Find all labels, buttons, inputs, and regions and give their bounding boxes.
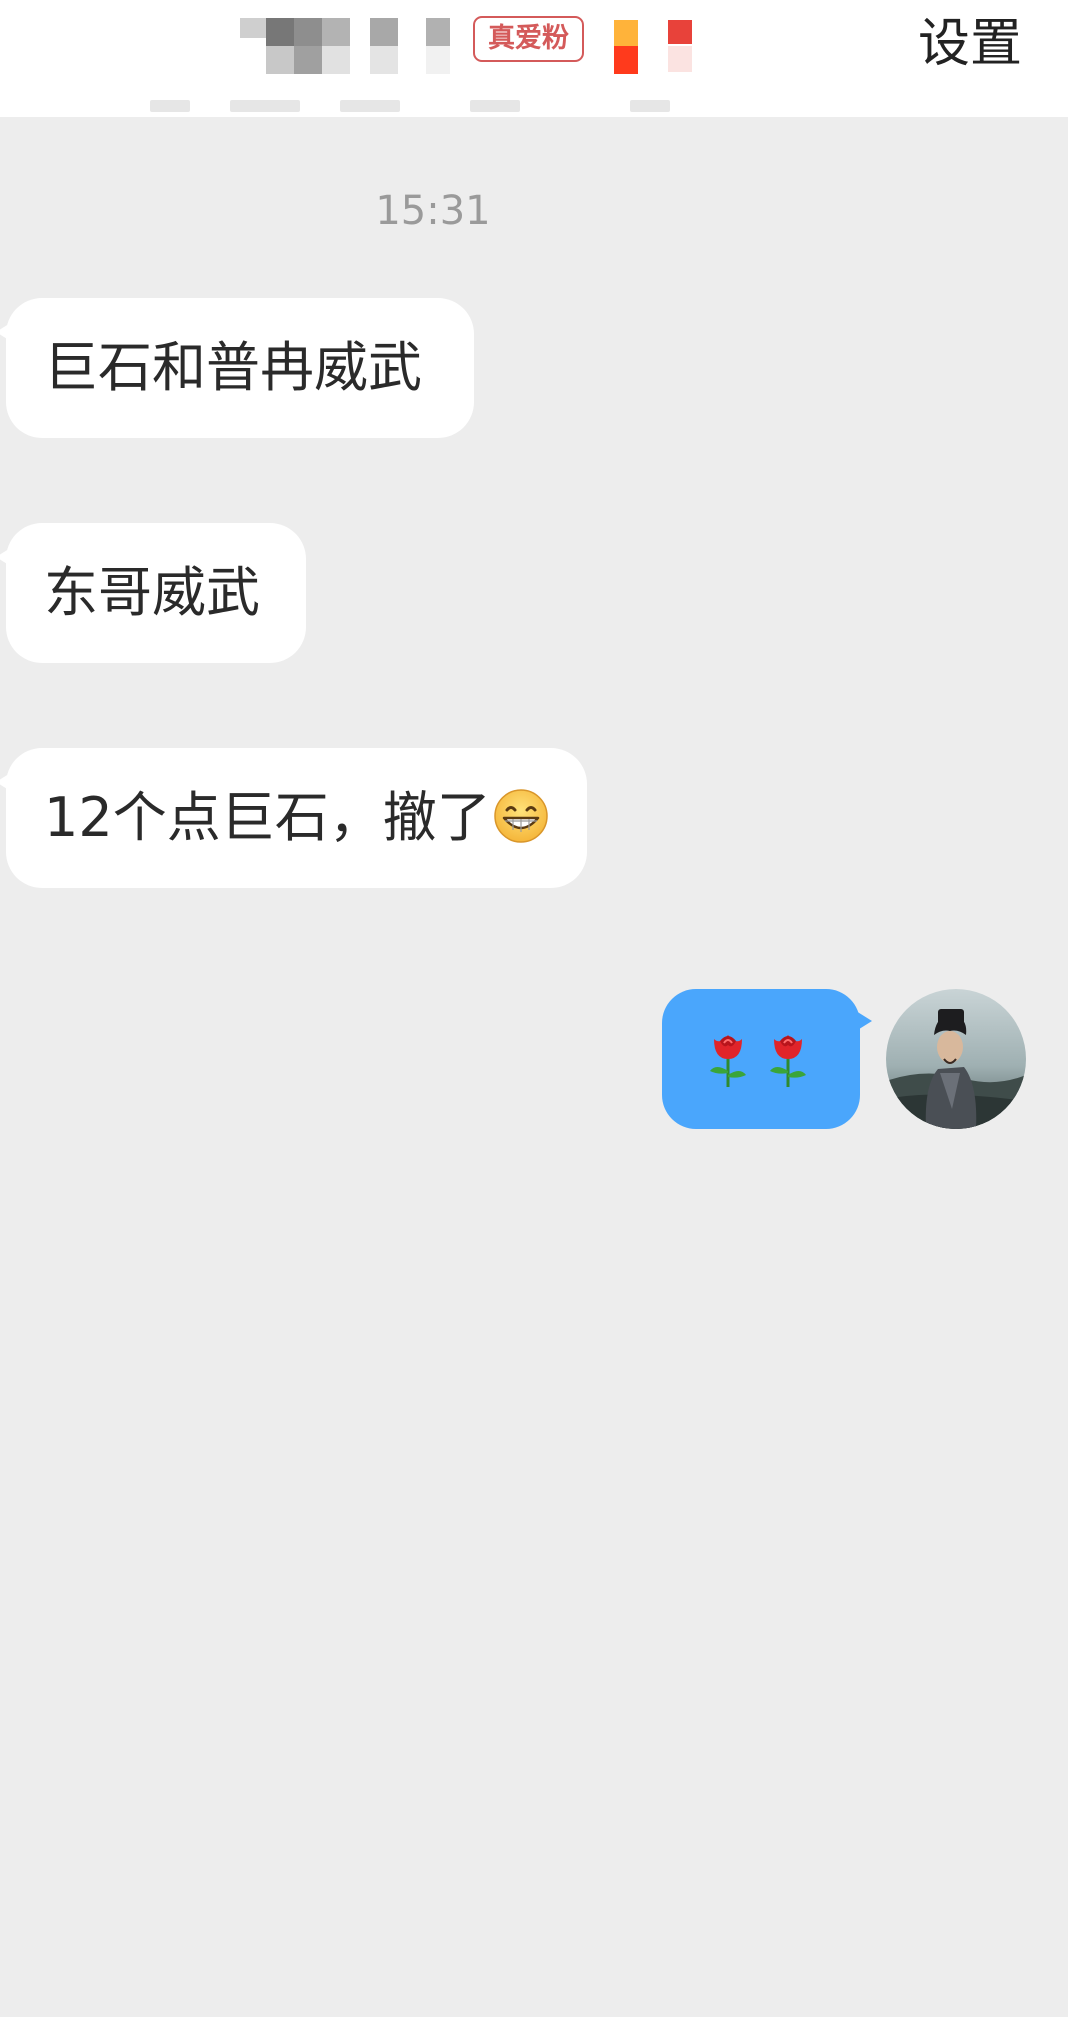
message-timestamp: 15:31 xyxy=(375,188,491,234)
incoming-message-bubble[interactable]: 12个点巨石，撤了 xyxy=(0,748,587,888)
message-text: 12个点巨石，撤了 xyxy=(44,786,491,849)
settings-button[interactable]: 设置 xyxy=(918,12,1022,76)
incoming-message-bubble[interactable]: 东哥威武 xyxy=(0,523,306,663)
incoming-message-bubble[interactable]: 巨石和普冉威武 xyxy=(0,298,474,438)
avatar[interactable] xyxy=(886,989,1026,1129)
grinning-face-icon xyxy=(493,789,548,844)
outgoing-message-bubble[interactable] xyxy=(662,989,872,1129)
blurred-subtitle xyxy=(150,100,690,114)
blurred-username xyxy=(190,18,450,76)
rose-icon xyxy=(770,1035,806,1087)
fan-level-badge: 真爱粉 xyxy=(473,16,584,62)
rose-icon xyxy=(710,1035,746,1087)
message-text: 巨石和普冉威武 xyxy=(44,336,422,399)
message-text: 东哥威武 xyxy=(44,561,260,624)
avatar-image xyxy=(886,989,1026,1129)
